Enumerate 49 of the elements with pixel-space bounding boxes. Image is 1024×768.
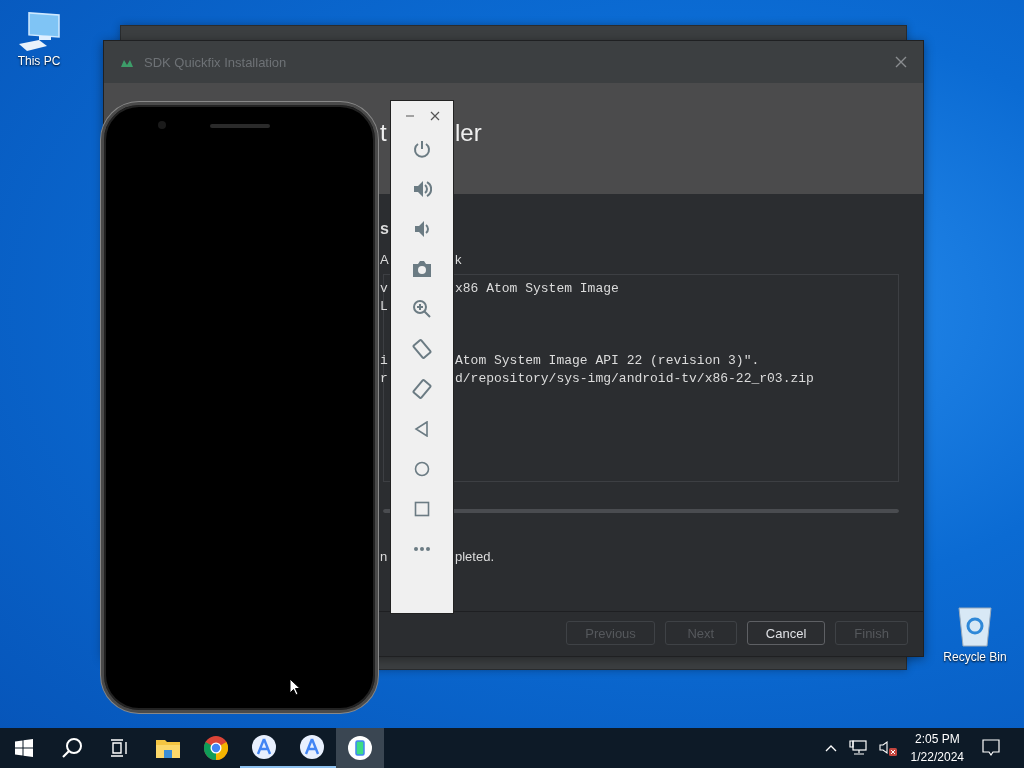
volume-down-icon[interactable] bbox=[414, 220, 430, 238]
subtitle-fragment: k bbox=[455, 252, 462, 268]
clock-date[interactable]: 1/22/2024 bbox=[910, 748, 964, 766]
power-icon[interactable] bbox=[412, 139, 432, 159]
computer-icon[interactable] bbox=[17, 10, 61, 52]
task-view-icon[interactable] bbox=[110, 739, 130, 757]
compass-app-icon[interactable] bbox=[252, 735, 276, 759]
log-line-fragment: v bbox=[380, 280, 389, 298]
phone-app-icon[interactable] bbox=[348, 736, 372, 760]
rotate-right-icon[interactable] bbox=[411, 378, 433, 400]
rotate-left-icon[interactable] bbox=[411, 338, 433, 360]
desktop-icon-label[interactable]: This PC bbox=[17, 54, 61, 68]
log-line-fragment: d/repository/sys-img/android-tv/x86-22_r03.zip bbox=[455, 370, 814, 388]
chevron-up-icon[interactable] bbox=[824, 744, 837, 752]
network-icon[interactable] bbox=[848, 740, 867, 756]
browser-icon[interactable] bbox=[204, 736, 228, 760]
volume-icon[interactable] bbox=[878, 740, 897, 756]
mouse-cursor-icon bbox=[289, 678, 301, 696]
log-line-fragment: r bbox=[380, 370, 389, 388]
overview-icon[interactable] bbox=[414, 501, 430, 517]
log-line-fragment: i bbox=[380, 352, 389, 370]
more-icon[interactable] bbox=[413, 546, 431, 552]
section-heading-fragment: s bbox=[380, 220, 390, 238]
start-icon[interactable] bbox=[15, 739, 33, 757]
search-icon[interactable] bbox=[61, 737, 83, 759]
close-icon[interactable] bbox=[895, 56, 907, 68]
dialog-button[interactable]: Cancel bbox=[746, 621, 826, 645]
subtitle-fragment: A bbox=[380, 252, 390, 268]
folder-icon[interactable] bbox=[156, 738, 180, 758]
desktop-icon-label[interactable]: Recycle Bin bbox=[943, 650, 1007, 664]
volume-up-icon[interactable] bbox=[412, 179, 432, 199]
camera-icon[interactable] bbox=[412, 260, 432, 278]
status-fragment: pleted. bbox=[455, 549, 495, 565]
log-line-fragment: Atom System Image API 22 (revision 3)". bbox=[455, 352, 760, 370]
close-icon[interactable] bbox=[429, 111, 440, 121]
header-title-fragment: t bbox=[380, 119, 388, 147]
speaker-grille bbox=[210, 124, 270, 128]
log-line-fragment: x86 Atom System Image bbox=[455, 280, 619, 298]
taskbar-app[interactable] bbox=[336, 728, 384, 768]
clock-time[interactable]: 2:05 PM bbox=[914, 730, 960, 748]
status-fragment: n bbox=[380, 549, 389, 565]
notification-icon[interactable] bbox=[982, 739, 1000, 757]
log-line-fragment: L bbox=[380, 298, 389, 316]
home-icon[interactable] bbox=[414, 461, 430, 477]
camera-dot bbox=[158, 121, 166, 129]
zoom-in-icon[interactable] bbox=[412, 299, 432, 319]
back-icon[interactable] bbox=[414, 421, 430, 437]
header-title-fragment: ler bbox=[455, 119, 482, 147]
compass-app-icon[interactable] bbox=[300, 735, 324, 759]
